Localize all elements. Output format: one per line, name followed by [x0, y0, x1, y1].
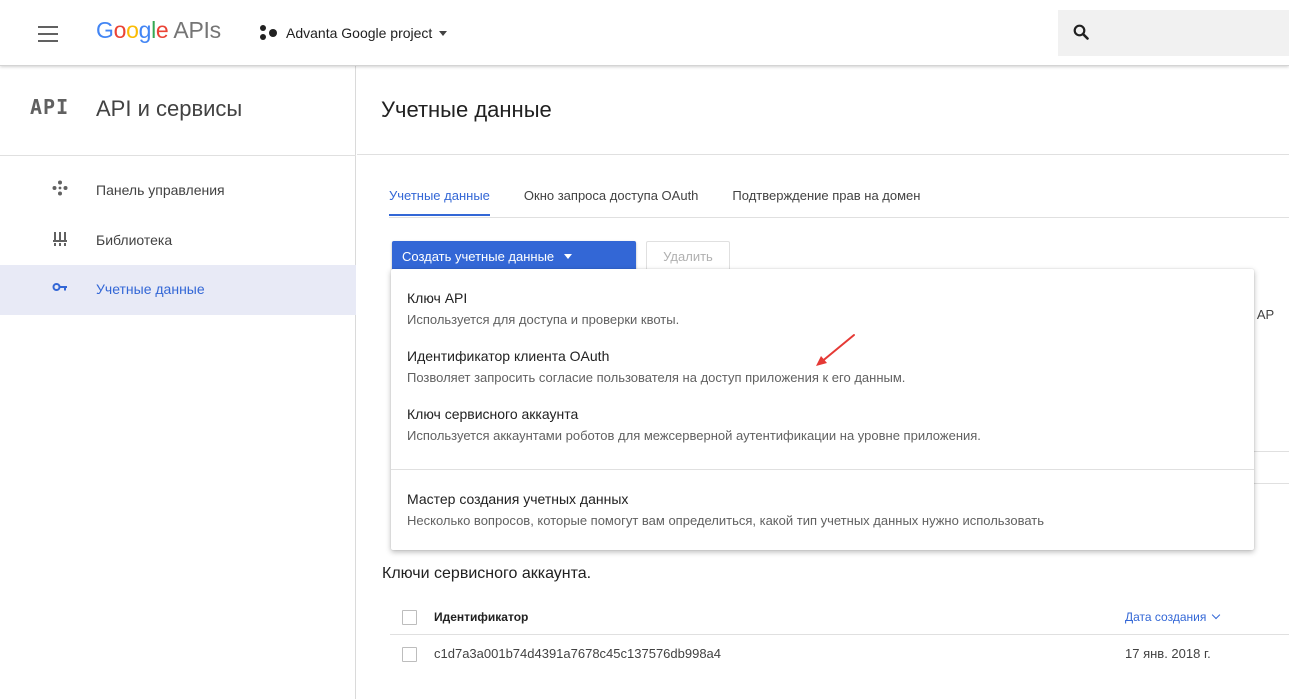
menu-item-credentials-wizard[interactable]: Мастер создания учетных данных Несколько…: [391, 491, 1254, 537]
create-credentials-label: Создать учетные данные: [402, 248, 555, 264]
dashboard-icon: [52, 180, 68, 196]
menu-item-description: Несколько вопросов, которые помогут вам …: [407, 513, 1045, 528]
tab-oauth-consent[interactable]: Окно запроса доступа OAuth: [524, 188, 699, 210]
logo-letter: o: [126, 17, 139, 43]
sidebar-item-label: Библиотека: [96, 232, 173, 248]
top-app-bar: Google APIs Advanta Google project: [0, 0, 1289, 66]
create-credentials-button[interactable]: Создать учетные данные: [392, 241, 636, 271]
chevron-down-icon: [1212, 610, 1221, 620]
search-input[interactable]: [1058, 10, 1289, 56]
sidebar-item-library[interactable]: Библиотека: [0, 216, 356, 266]
sidebar-item-credentials[interactable]: Учетные данные: [0, 265, 356, 315]
created-date-cell: 17 янв. 2018 г.: [1125, 646, 1211, 661]
annotation-arrow-icon: [816, 334, 855, 366]
sidebar-header: API API и сервисы: [0, 66, 356, 156]
key-id-cell[interactable]: c1d7a3a001b74d4391a7678c45c137576db998a4: [434, 646, 721, 661]
logo-letter: o: [113, 17, 127, 43]
menu-icon[interactable]: [38, 26, 58, 42]
delete-button[interactable]: Удалить: [646, 241, 730, 271]
column-header-created-label: Дата создания: [1125, 610, 1207, 624]
sidebar-item-dashboard[interactable]: Панель управления: [0, 166, 356, 216]
key-icon: [52, 283, 67, 291]
service-account-keys-title: Ключи сервисного аккаунта.: [382, 565, 592, 582]
create-credentials-menu: Ключ API Используется для доступа и пров…: [391, 269, 1254, 550]
row-checkbox[interactable]: [402, 647, 417, 662]
menu-item-description: Используется аккаунтами роботов для межс…: [407, 428, 981, 443]
divider: [357, 154, 1289, 155]
divider: [389, 217, 1289, 218]
sidebar-item-label: Панель управления: [96, 182, 225, 198]
menu-item-title: Ключ API: [407, 290, 468, 306]
tab-bar: Учетные данные Окно запроса доступа OAut…: [389, 188, 954, 216]
google-apis-logo[interactable]: Google APIs: [96, 17, 221, 44]
sidebar-item-label: Учетные данные: [96, 281, 205, 297]
menu-item-api-key[interactable]: Ключ API Используется для доступа и пров…: [391, 290, 1254, 336]
chevron-down-icon: [564, 253, 573, 259]
project-selector[interactable]: Advanta Google project: [258, 23, 448, 43]
page-title: Учетные данные: [381, 97, 552, 122]
logo-apis-text: APIs: [173, 17, 221, 43]
main-content: Учетные данные Учетные данные Окно запро…: [357, 66, 1289, 699]
table-row: c1d7a3a001b74d4391a7678c45c137576db998a4…: [390, 636, 1289, 672]
select-all-checkbox[interactable]: [402, 610, 417, 625]
divider: [1252, 483, 1289, 484]
tab-credentials[interactable]: Учетные данные: [389, 188, 490, 216]
divider: [391, 469, 1254, 470]
column-header-created[interactable]: Дата создания: [1125, 610, 1221, 624]
search-icon[interactable]: [1073, 24, 1089, 40]
menu-item-title: Ключ сервисного аккаунта: [407, 406, 579, 422]
column-header-id: Идентификатор: [434, 610, 529, 624]
menu-item-service-account-key[interactable]: Ключ сервисного аккаунта Используется ак…: [391, 406, 1254, 452]
menu-item-title: Мастер создания учетных данных: [407, 491, 629, 507]
logo-letter: G: [96, 17, 114, 43]
divider: [1252, 451, 1289, 452]
table-header-row: Идентификатор Дата создания: [390, 599, 1289, 635]
logo-letter: e: [155, 17, 169, 43]
project-icon: [258, 23, 280, 43]
sidebar-title: API и сервисы: [96, 96, 243, 121]
menu-item-description: Позволяет запросить согласие пользовател…: [407, 370, 906, 385]
menu-item-title: Идентификатор клиента OAuth: [407, 348, 610, 364]
project-name: Advanta Google project: [286, 25, 433, 41]
logo-letter: g: [138, 17, 152, 43]
sidebar: API API и сервисы Панель управления Библ…: [0, 66, 356, 699]
api-badge-icon: API: [30, 95, 70, 119]
library-icon: [53, 232, 67, 246]
chevron-down-icon: [439, 30, 448, 36]
menu-item-description: Используется для доступа и проверки квот…: [407, 312, 680, 327]
tab-domain-verification[interactable]: Подтверждение прав на домен: [732, 188, 920, 210]
